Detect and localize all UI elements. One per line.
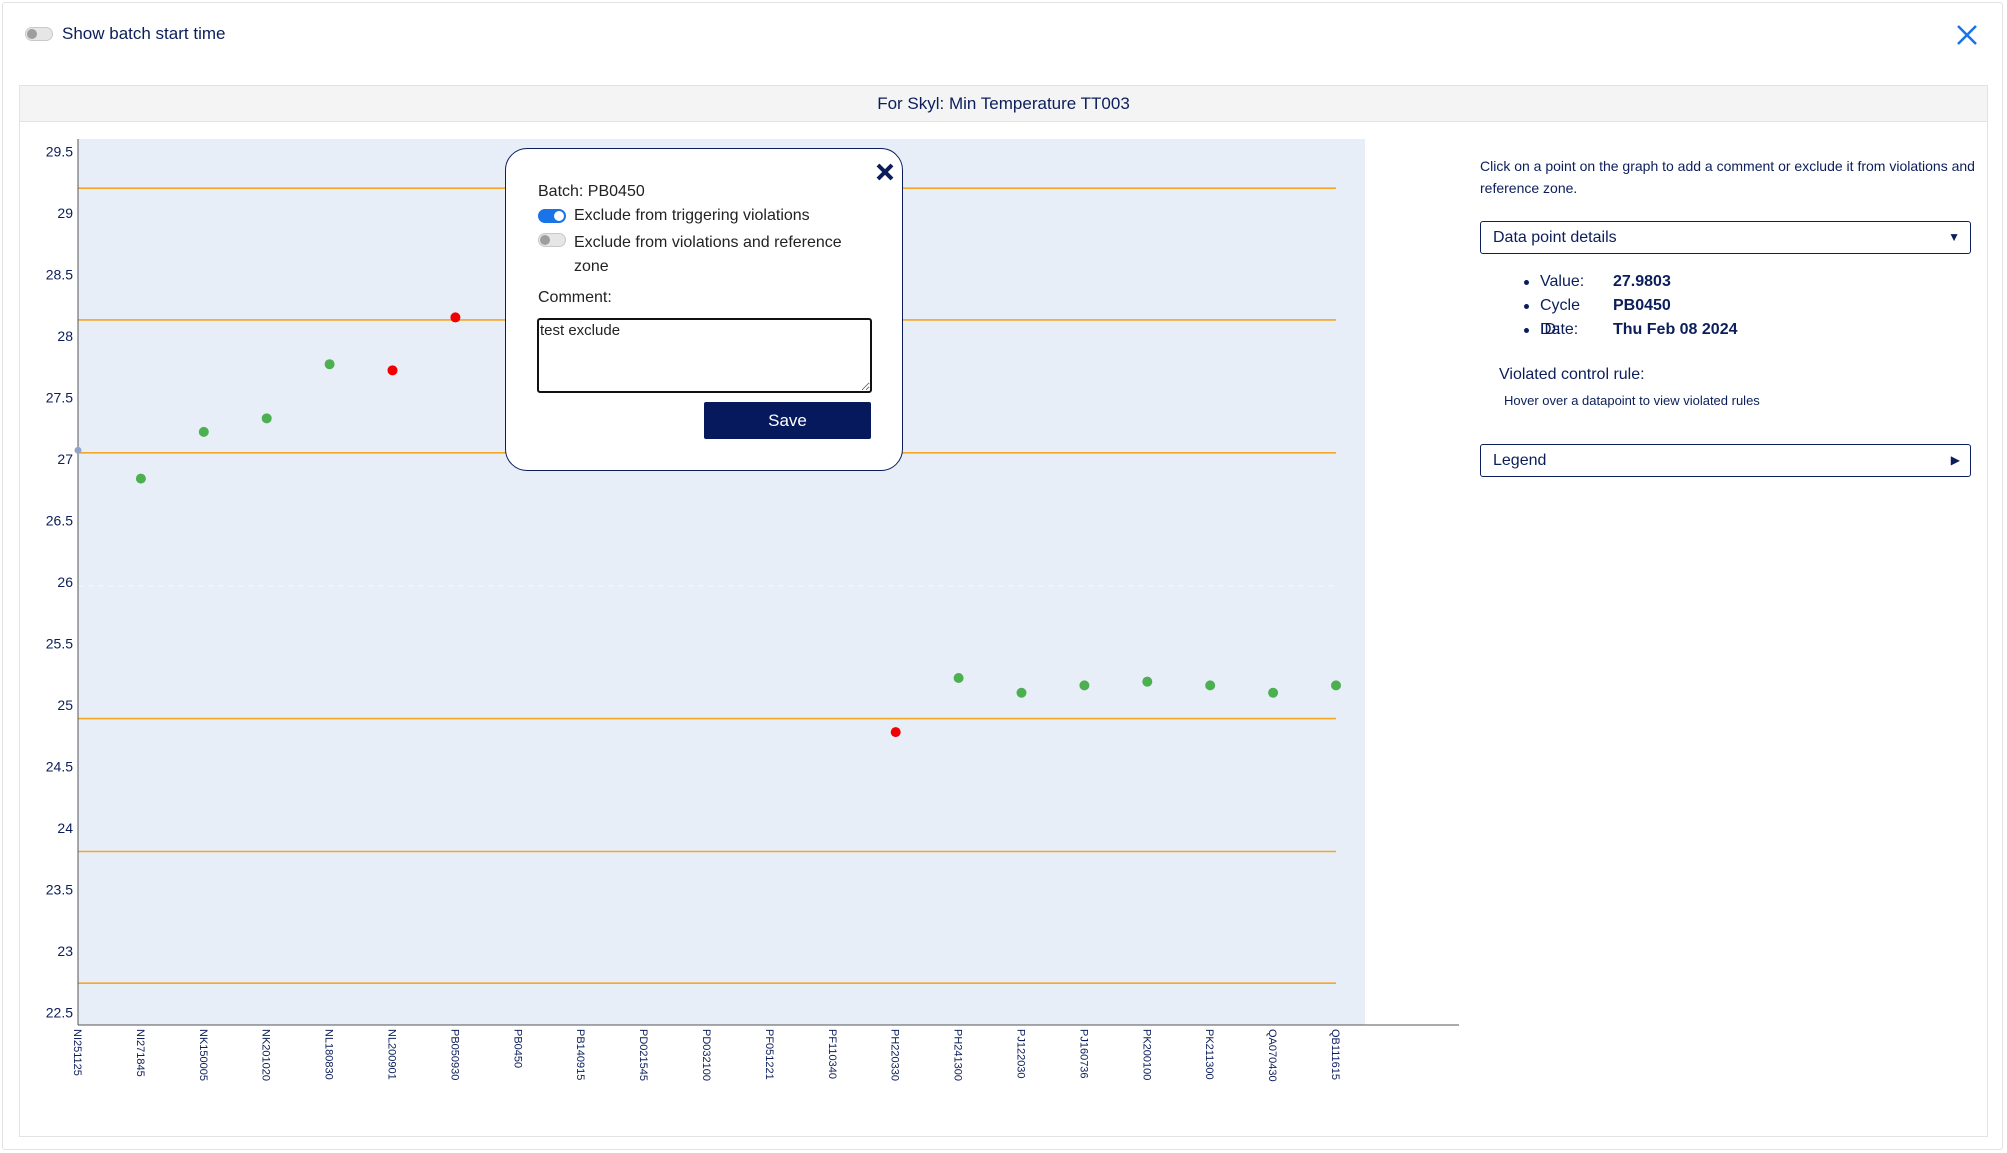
- x-tick-label: NK150005: [197, 1029, 209, 1081]
- data-point[interactable]: [953, 672, 964, 683]
- bullet: [1524, 280, 1529, 285]
- bullet: [1524, 304, 1529, 309]
- y-tick-label: 28.5: [46, 266, 73, 282]
- detail-value: 27.9803: [1613, 273, 1671, 290]
- y-tick-label: 27.5: [46, 389, 73, 405]
- y-tick-label: 26: [57, 574, 73, 590]
- legend-dropdown[interactable]: Legend ▶: [1480, 444, 1971, 477]
- x-tick-label: PD021545: [637, 1029, 649, 1081]
- x-tick-label: NI271845: [134, 1029, 146, 1077]
- x-tick-label: QB111615: [1329, 1029, 1341, 1080]
- exclude-trigger-label: Exclude from triggering violations: [574, 207, 810, 224]
- sidebar-hint: Click on a point on the graph to add a c…: [1480, 158, 1975, 196]
- y-tick-label: 26.5: [46, 512, 73, 528]
- legend-label: Legend: [1493, 452, 1547, 469]
- datapoint-popup: Batch: PB0450 Exclude from triggering vi…: [505, 148, 903, 471]
- batch-start-time-label: Show batch start time: [62, 24, 226, 43]
- data-point[interactable]: [1079, 680, 1090, 691]
- x-tick-label: PH241300: [952, 1029, 964, 1081]
- x-tick-label: QA070430: [1266, 1029, 1278, 1082]
- detail-key: Date:: [1540, 321, 1579, 338]
- data-point[interactable]: [74, 446, 82, 454]
- x-tick-label: NL200901: [386, 1029, 398, 1080]
- data-point[interactable]: [261, 413, 272, 424]
- caret-down-icon: ▼: [1948, 230, 1960, 244]
- x-tick-label: PB050930: [448, 1029, 460, 1080]
- x-tick-label: NK201020: [260, 1029, 272, 1081]
- y-tick-label: 24: [57, 820, 73, 836]
- y-tick-label: 23.5: [46, 882, 73, 898]
- y-tick-label: 25.5: [46, 636, 73, 652]
- x-tick-label: NI251125: [71, 1029, 83, 1076]
- x-tick-label: PH220330: [889, 1029, 901, 1081]
- comment-label: Comment:: [538, 289, 612, 306]
- data-point[interactable]: [1205, 680, 1216, 691]
- data-point[interactable]: [1268, 687, 1279, 698]
- y-tick-label: 27: [57, 451, 73, 467]
- data-point-details-label: Data point details: [1493, 229, 1617, 246]
- y-tick-label: 28: [57, 328, 73, 344]
- x-tick-label: PB140915: [574, 1029, 586, 1080]
- data-point[interactable]: [1016, 687, 1027, 698]
- x-tick-label: PB0450: [511, 1029, 523, 1068]
- batch-start-time-toggle[interactable]: [25, 27, 53, 41]
- data-point-details-dropdown[interactable]: Data point details ▼: [1480, 221, 1971, 254]
- y-tick-label: 24.5: [46, 759, 73, 775]
- data-point[interactable]: [1142, 676, 1153, 687]
- data-point[interactable]: [387, 365, 398, 376]
- x-tick-label: PF051221: [763, 1029, 775, 1080]
- x-tick-label: PJ160736: [1077, 1029, 1089, 1079]
- caret-right-icon: ▶: [1950, 453, 1960, 467]
- comment-textarea[interactable]: [537, 318, 872, 393]
- toggle-knob: [554, 211, 564, 221]
- close-icon[interactable]: [1952, 20, 1982, 50]
- y-tick-label: 25: [57, 697, 73, 713]
- data-point[interactable]: [450, 312, 461, 323]
- x-tick-label: PK211300: [1203, 1029, 1215, 1080]
- data-point[interactable]: [1331, 680, 1341, 691]
- y-tick-label: 29.5: [46, 143, 73, 159]
- violated-rule-hint: Hover over a datapoint to view violated …: [1504, 393, 1760, 408]
- data-point[interactable]: [198, 426, 209, 437]
- detail-value: PB0450: [1613, 297, 1671, 314]
- detail-key: Value:: [1540, 273, 1585, 290]
- exclude-zone-label: Exclude from violations and reference zo…: [574, 234, 842, 275]
- data-point[interactable]: [324, 359, 335, 370]
- data-point[interactable]: [890, 727, 901, 738]
- y-tick-label: 22.5: [46, 1005, 73, 1021]
- x-tick-label: PF110340: [826, 1029, 838, 1079]
- y-tick-label: 29: [57, 205, 73, 221]
- popup-batch-label: Batch: PB0450: [538, 183, 645, 200]
- chart-title: For Skyl: Min Temperature TT003: [19, 85, 1988, 122]
- detail-value: Thu Feb 08 2024: [1613, 321, 1738, 338]
- popup-close-icon[interactable]: [874, 161, 896, 183]
- x-tick-label: PD032100: [700, 1029, 712, 1081]
- bullet: [1524, 328, 1529, 333]
- exclude-trigger-toggle[interactable]: [538, 209, 566, 223]
- data-point[interactable]: [135, 473, 146, 484]
- toggle-knob: [540, 235, 550, 245]
- x-tick-label: PK200100: [1140, 1029, 1152, 1080]
- save-button[interactable]: Save: [704, 402, 871, 439]
- x-tick-label: NL180830: [323, 1029, 335, 1080]
- toggle-knob: [27, 29, 37, 39]
- exclude-zone-toggle[interactable]: [538, 233, 566, 247]
- x-tick-label: PJ122030: [1015, 1029, 1027, 1079]
- violated-rule-title: Violated control rule:: [1499, 366, 1645, 383]
- y-tick-label: 23: [57, 943, 73, 959]
